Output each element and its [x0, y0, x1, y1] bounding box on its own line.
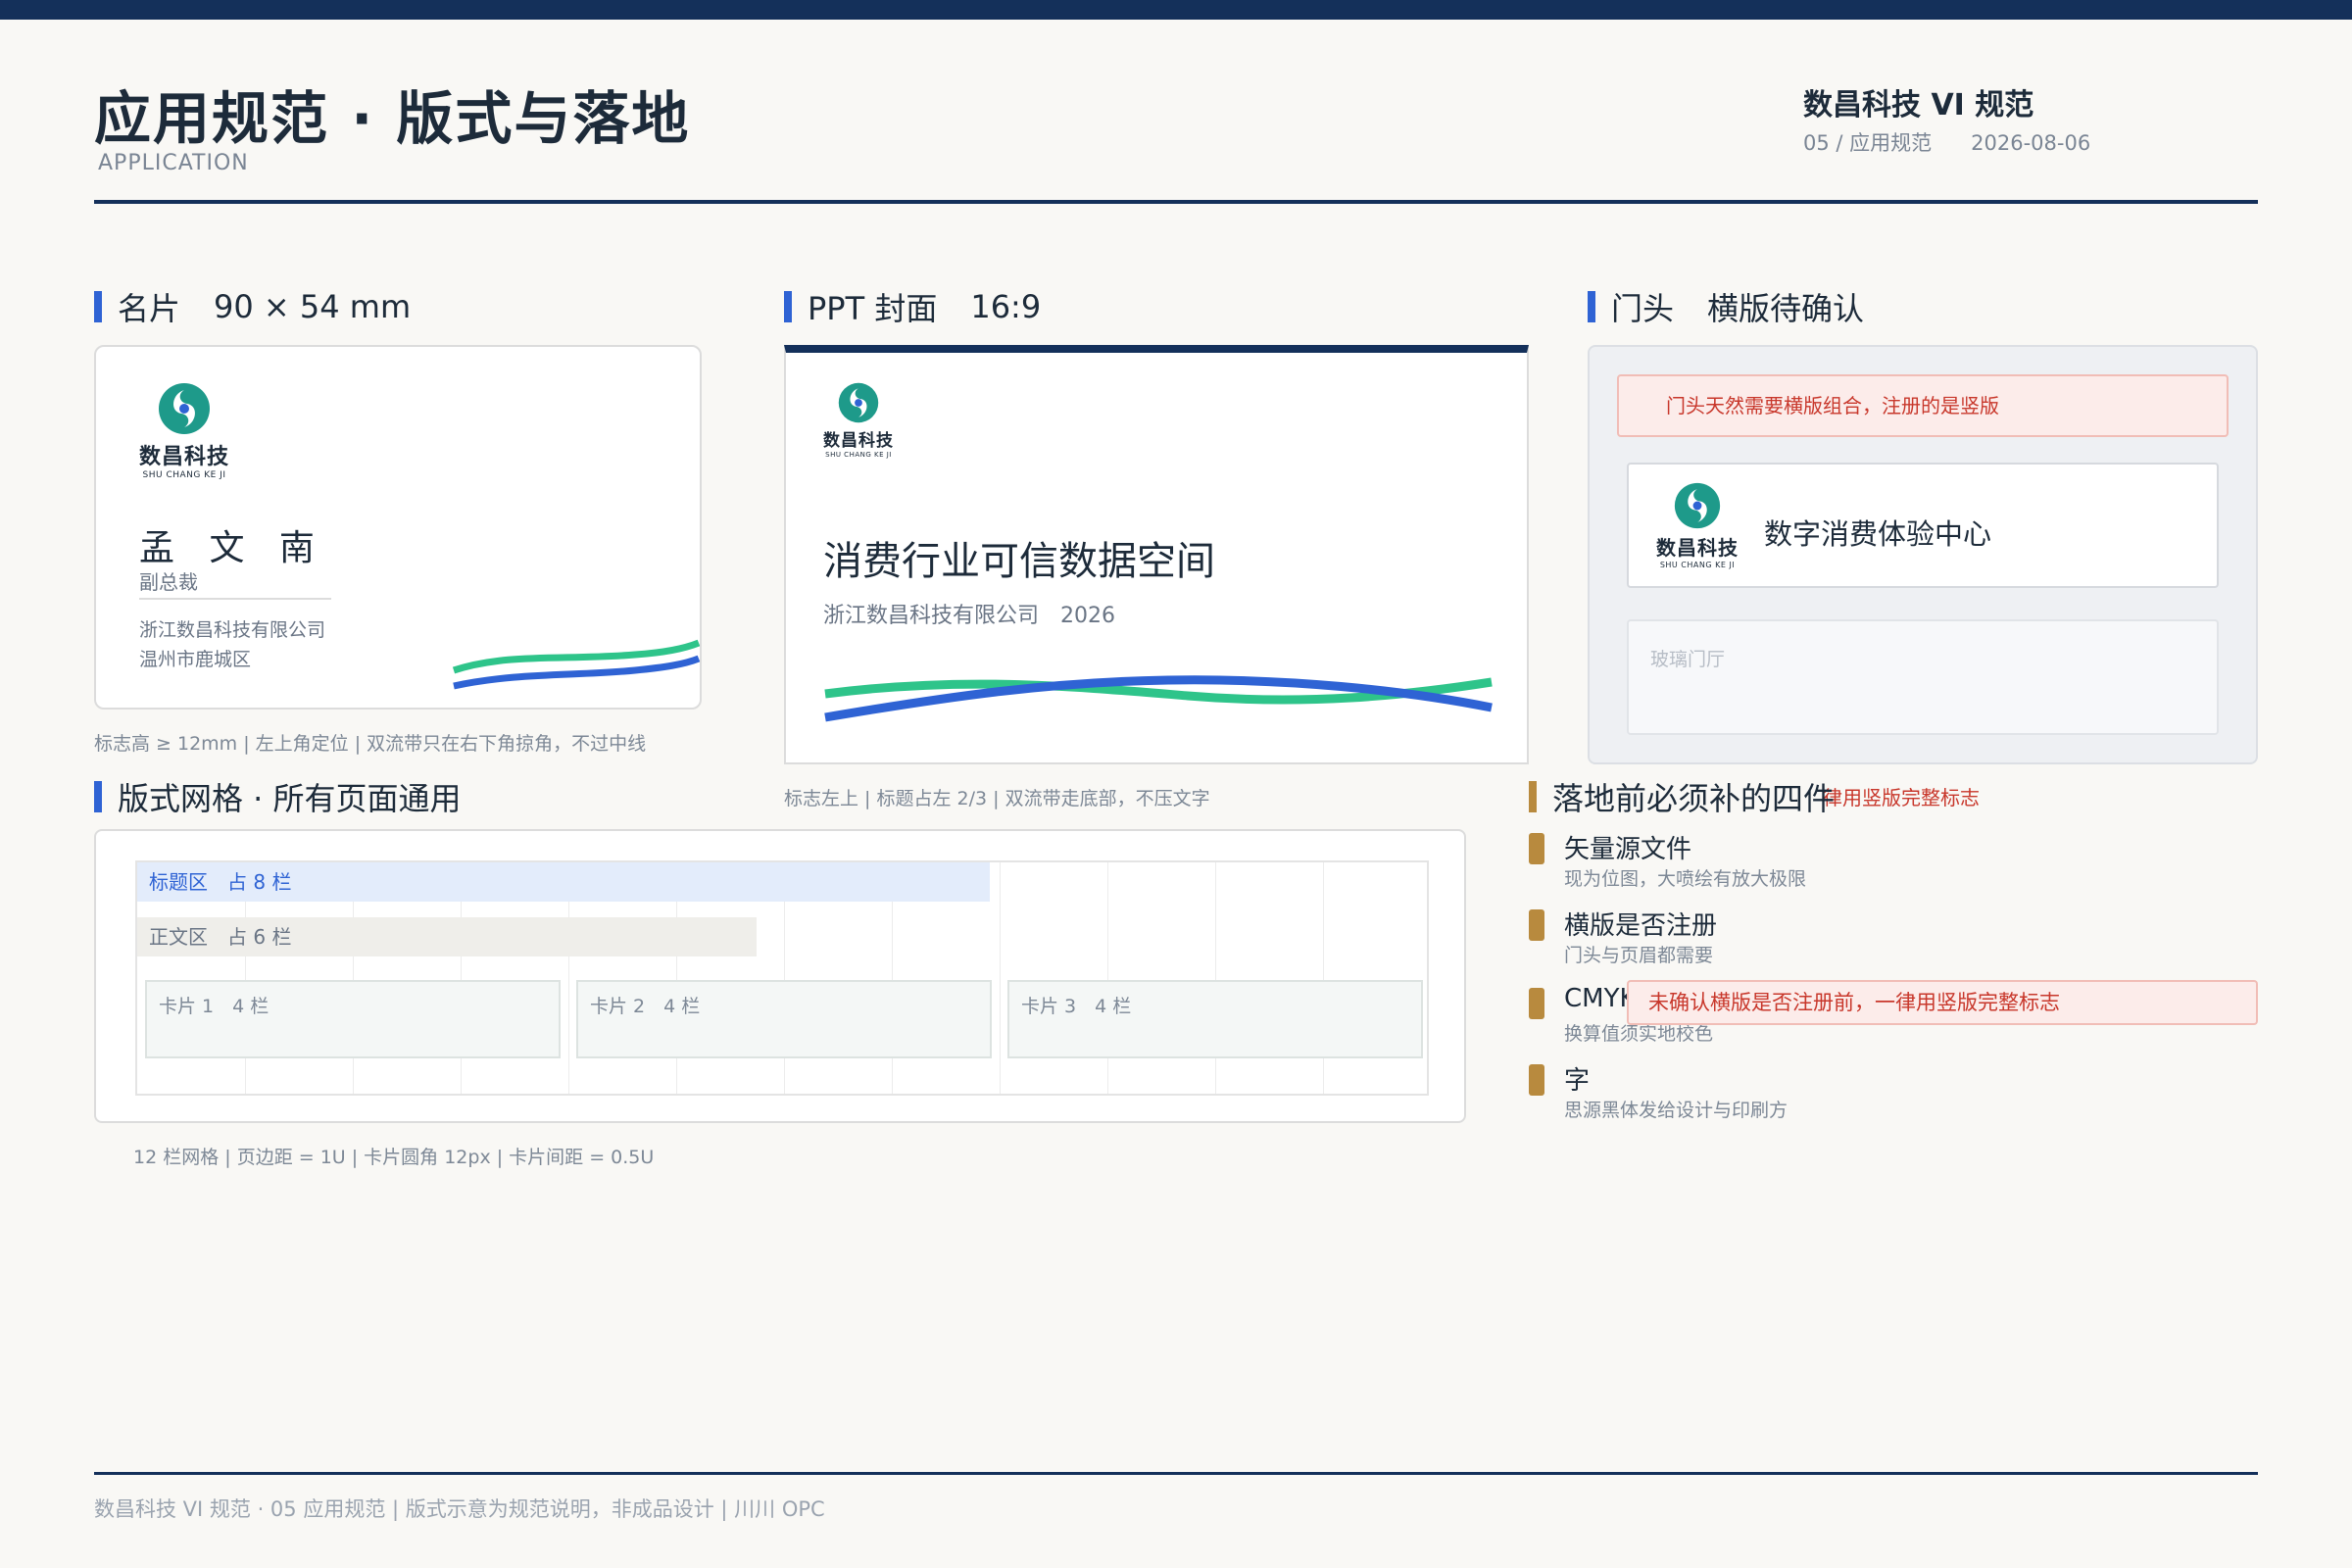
checklist-pin-icon — [1529, 988, 1544, 1019]
footer-rule — [94, 1472, 2258, 1475]
dual-stream-ribbon — [452, 639, 700, 690]
dual-stream-ribbon — [824, 675, 1493, 722]
card-company-block: 浙江数昌科技有限公司 温州市鹿城区 — [139, 615, 325, 674]
section-label: 05 / 应用规范 — [1803, 131, 1933, 155]
heading-text: 名片 — [118, 290, 181, 327]
storefront-glass: 玻璃门厅 — [1627, 619, 2219, 735]
grid-column-line — [1215, 862, 1216, 1094]
grid-frame: 标题区 占 8 栏 正文区 占 6 栏 卡片 1 4 栏 卡片 2 4 栏 卡片… — [135, 860, 1429, 1096]
grid-column-line — [1323, 862, 1324, 1094]
heading-text: 版式网格 · 所有页面通用 — [118, 780, 462, 817]
grid-heading: 版式网格 · 所有页面通用 — [94, 774, 462, 819]
logo-en: SHU CHANG KE JI — [1659, 561, 1736, 569]
grid-caption: 12 栏网格 | 页边距 = 1U | 卡片圆角 12px | 卡片间距 = 0… — [133, 1147, 655, 1168]
card-company: 浙江数昌科技有限公司 — [139, 619, 326, 641]
storefront-card: 门头天然需要横版组合，注册的是竖版 数昌科技 SHU CHANG KE JI 数… — [1588, 345, 2258, 764]
grid-title-zone: 标题区 占 8 栏 — [137, 862, 990, 902]
heading-marker — [1529, 781, 1537, 812]
logo-mark-icon — [1674, 482, 1721, 529]
heading-marker — [784, 291, 792, 322]
checklist-pin-icon — [1529, 833, 1544, 864]
ppt-heading: PPT 封面 16:9 — [784, 284, 1041, 329]
grid-card-3: 卡片 3 4 栏 — [1007, 980, 1423, 1058]
grid-column-line — [1000, 862, 1001, 1094]
heading-size: 90 × 54 mm — [214, 288, 412, 325]
layout-grid-card: 标题区 占 8 栏 正文区 占 6 栏 卡片 1 4 栏 卡片 2 4 栏 卡片… — [94, 829, 1466, 1123]
business-card-caption: 标志高 ≥ 12mm | 左上角定位 | 双流带只在右下角掠角，不过中线 — [94, 733, 647, 755]
logo: 数昌科技 SHU CHANG KE JI — [139, 382, 229, 480]
logo-cn: 数昌科技 — [823, 431, 894, 451]
page-subtitle: APPLICATION — [98, 151, 249, 175]
checklist-pin-icon — [1529, 1064, 1544, 1096]
checklist-heading: 落地前必须补的四件 — [1529, 774, 1835, 819]
business-card-heading: 名片 90 × 54 mm — [94, 284, 411, 329]
heading-text: PPT 封面 — [808, 290, 938, 327]
heading-marker — [94, 781, 102, 812]
checklist-item-desc: 现为位图，大喷绘有放大极限 — [1564, 868, 1807, 890]
logo-mark-icon — [838, 382, 879, 423]
storefront-sign-text: 数字消费体验中心 — [1764, 517, 1992, 551]
ppt-subtitle: 浙江数昌科技有限公司 2026 — [823, 604, 1115, 628]
logo-en: SHU CHANG KE JI — [142, 470, 226, 480]
grid-column-line — [1107, 862, 1108, 1094]
storefront-alert: 门头天然需要横版组合，注册的是竖版 — [1617, 374, 2229, 437]
checklist-item-title: CMYK — [1564, 984, 1637, 1013]
heading-text: 落地前必须补的四件 — [1552, 780, 1836, 817]
grid-card-1: 卡片 1 4 栏 — [145, 980, 561, 1058]
checklist-item-title: 矢量源文件 — [1564, 835, 1692, 864]
storefront-heading: 门头 横版待确认 — [1588, 284, 1864, 329]
header-rule — [94, 200, 2258, 204]
ppt-title: 消费行业可信数据空间 — [823, 539, 1215, 584]
page-title: 应用规范 · 版式与落地 — [94, 85, 691, 152]
card-role: 副总裁 — [139, 570, 198, 594]
ghost-alert-text: 律用竖版完整标志 — [1823, 786, 1980, 809]
brand-meta: 05 / 应用规范 2026-08-06 — [1803, 127, 2090, 157]
logo-cn: 数昌科技 — [139, 445, 230, 469]
logo: 数昌科技 SHU CHANG KE JI — [823, 382, 894, 459]
grid-body-zone: 正文区 占 6 栏 — [137, 917, 757, 956]
checklist-item-desc: 门头与页眉都需要 — [1564, 945, 1714, 966]
card-divider — [139, 598, 331, 600]
grid-card-2: 卡片 2 4 栏 — [576, 980, 992, 1058]
card-address: 温州市鹿城区 — [139, 649, 252, 670]
brand-title: 数昌科技 VI 规范 — [1803, 88, 2034, 122]
logo-en: SHU CHANG KE JI — [825, 451, 892, 459]
heading-ratio: 16:9 — [970, 288, 1042, 325]
card-name: 孟 文 南 — [139, 528, 326, 568]
heading-text: 门头 — [1611, 290, 1675, 327]
ppt-cover: 数昌科技 SHU CHANG KE JI 消费行业可信数据空间 浙江数昌科技有限… — [784, 345, 1529, 764]
checklist-alert: 未确认横版是否注册前，一律用竖版完整标志 — [1627, 980, 2258, 1025]
top-bar — [0, 0, 2352, 20]
storefront-sign: 数昌科技 SHU CHANG KE JI 数字消费体验中心 — [1627, 463, 2219, 588]
heading-marker — [94, 291, 102, 322]
business-card: 数昌科技 SHU CHANG KE JI 孟 文 南 副总裁 浙江数昌科技有限公… — [94, 345, 702, 710]
checklist-item-title: 横版是否注册 — [1564, 911, 1718, 941]
checklist-item-desc: 思源黑体发给设计与印刷方 — [1564, 1100, 1788, 1121]
date-label: 2026-08-06 — [1971, 131, 2091, 155]
logo-mark-icon — [159, 383, 210, 434]
checklist-item-title: 字 — [1564, 1066, 1591, 1096]
logo-cn: 数昌科技 — [1656, 536, 1739, 560]
checklist-pin-icon — [1529, 909, 1544, 941]
ppt-caption: 标志左上 | 标题占左 2/3 | 双流带走底部，不压文字 — [784, 788, 1210, 809]
heading-marker — [1588, 291, 1595, 322]
glass-label: 玻璃门厅 — [1650, 649, 1726, 670]
heading-status: 横版待确认 — [1707, 290, 1865, 327]
logo: 数昌科技 SHU CHANG KE JI — [1656, 482, 1739, 569]
footer-text: 数昌科技 VI 规范 · 05 应用规范 | 版式示意为规范说明，非成品设计 |… — [94, 1497, 825, 1521]
